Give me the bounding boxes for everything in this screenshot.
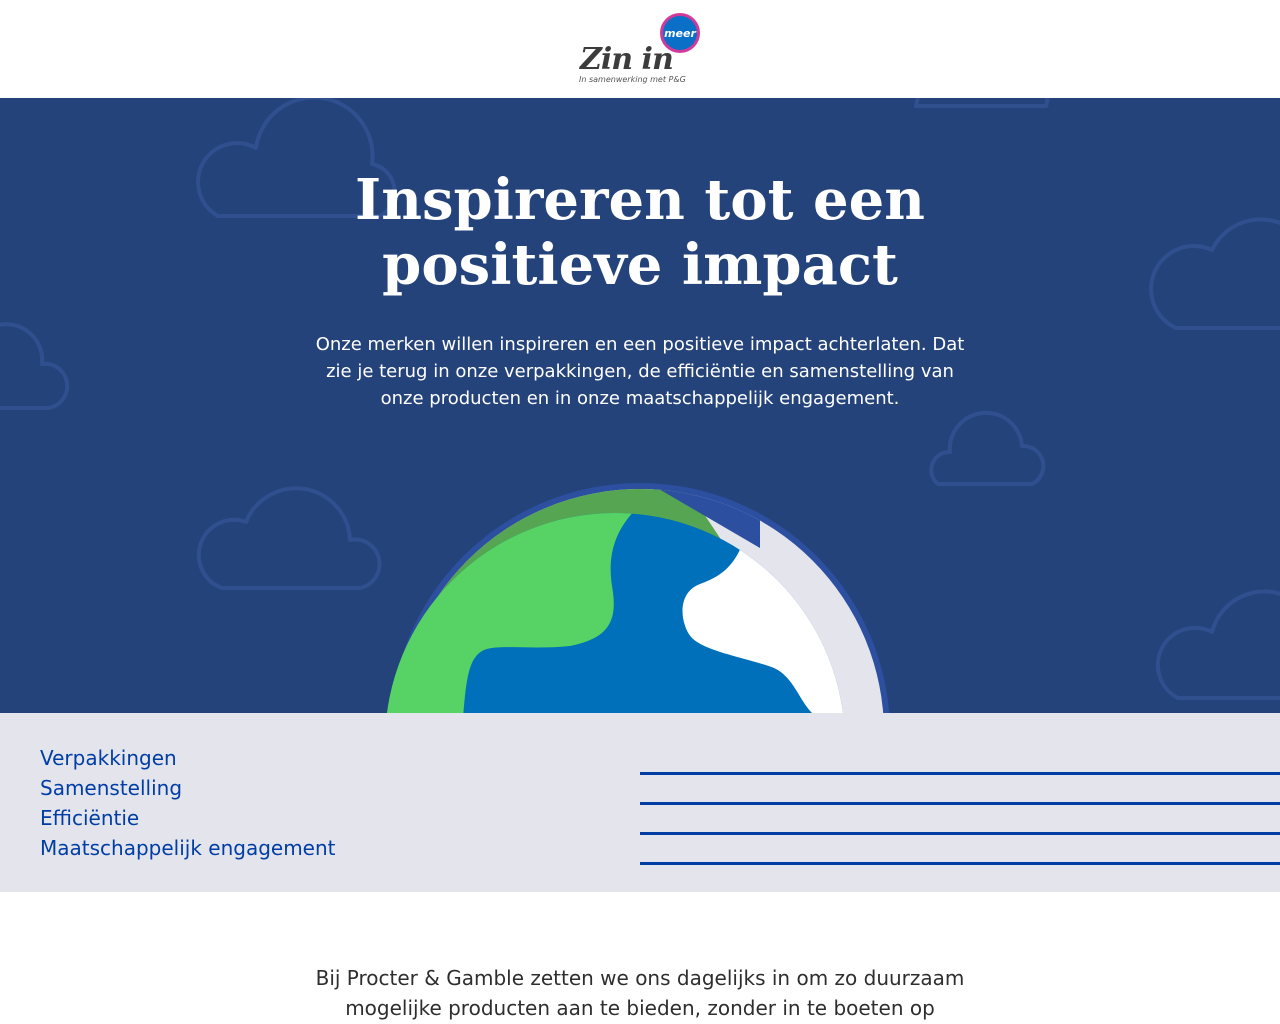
- earth-globe-illustration: [385, 483, 890, 713]
- nav-link-maatschappelijk-engagement[interactable]: Maatschappelijk engagement: [40, 833, 336, 863]
- logo-bubble-text: meer: [664, 27, 696, 40]
- nav-divider-line: [640, 832, 1280, 835]
- nav-list: Verpakkingen Samenstelling Efficiëntie M…: [40, 743, 336, 863]
- nav-link-verpakkingen[interactable]: Verpakkingen: [40, 743, 336, 773]
- logo-tagline: In samenwerking met P&G: [579, 75, 686, 84]
- speech-bubble-icon: meer: [660, 13, 700, 53]
- intro-paragraph: Bij Procter & Gamble zetten we ons dagel…: [315, 966, 965, 1020]
- nav-divider-line: [640, 802, 1280, 805]
- site-header: Zin in meer In samenwerking met P&G: [0, 0, 1280, 98]
- nav-link-samenstelling[interactable]: Samenstelling: [40, 773, 336, 803]
- hero-section: Inspireren tot een positieve impact Onze…: [0, 98, 1280, 713]
- zin-in-meer-logo[interactable]: Zin in meer In samenwerking met P&G: [576, 12, 706, 90]
- nav-divider-line: [640, 772, 1280, 775]
- nav-link-efficientie[interactable]: Efficiëntie: [40, 803, 336, 833]
- logo-wordmark: Zin in: [580, 42, 674, 77]
- nav-divider-line: [640, 862, 1280, 865]
- section-navigation: Verpakkingen Samenstelling Efficiëntie M…: [0, 713, 1280, 892]
